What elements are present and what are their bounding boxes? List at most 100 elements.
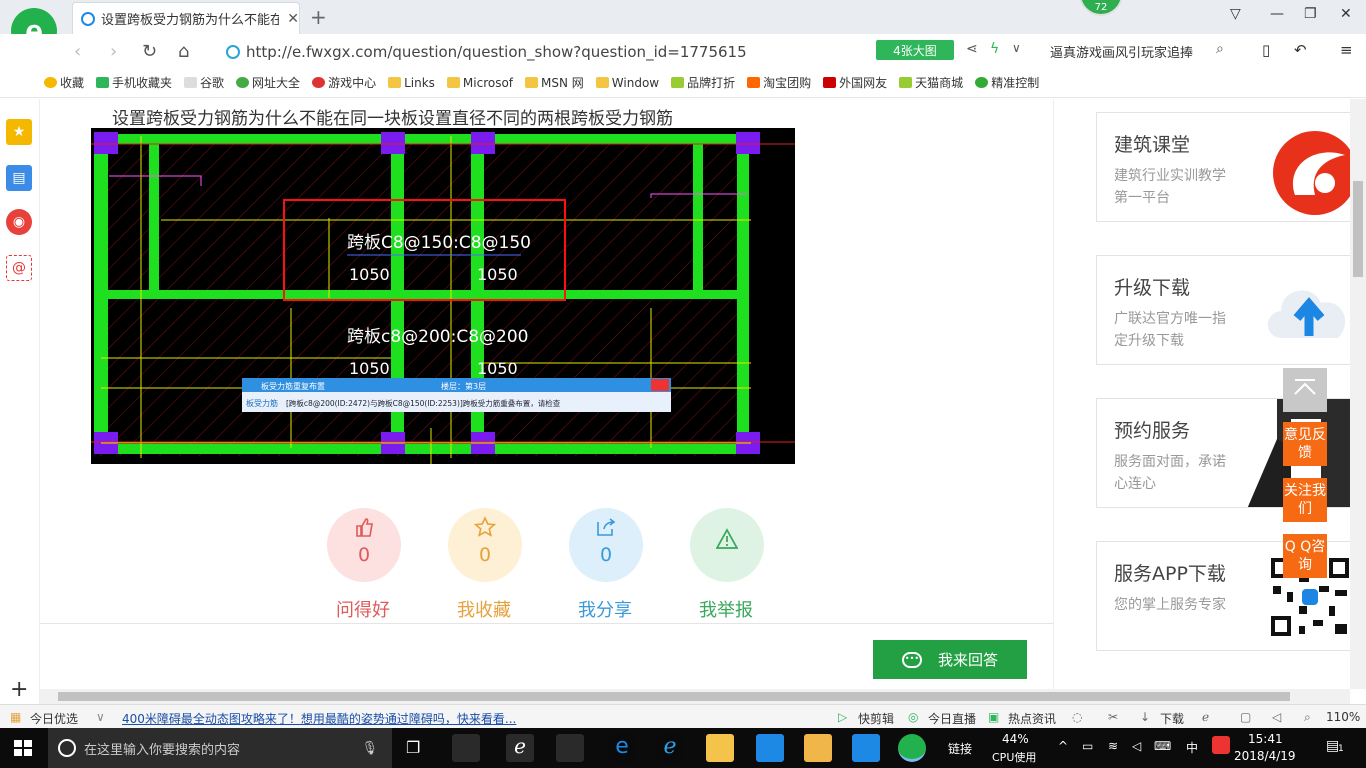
download-link[interactable]: 下载 — [1160, 710, 1184, 727]
weibo-icon[interactable]: ◉ — [6, 209, 32, 235]
speed-icon[interactable]: ◌ — [1072, 710, 1082, 724]
speaker-icon[interactable]: ◁ — [1132, 739, 1141, 753]
scroll-thumb[interactable] — [58, 692, 1290, 701]
list-icon[interactable]: ▤ — [6, 165, 32, 191]
minimize-icon[interactable]: — — [1270, 6, 1284, 22]
follow-us-button[interactable]: 关注我们 — [1283, 478, 1327, 522]
report-label[interactable]: 我举报 — [676, 596, 776, 622]
bookmark-collect[interactable]: 收藏 — [44, 74, 84, 91]
refresh-icon[interactable]: ↻ — [142, 41, 157, 62]
app-g-icon[interactable] — [852, 734, 880, 762]
new-tab-icon[interactable]: + — [310, 5, 327, 29]
bookmark-links[interactable]: Links — [388, 76, 435, 90]
url-field[interactable]: http://e.fwxgx.com/question/question_sho… — [226, 41, 866, 63]
scroll-thumb[interactable] — [1353, 181, 1363, 277]
app-ie-icon[interactable]: ℯ — [656, 734, 684, 762]
tab-active[interactable]: 设置跨板受力钢筋为什么不能在同一块板设置直径不同的两根跨板受力钢筋 ✕ — [72, 2, 300, 34]
live-link[interactable]: 今日直播 — [928, 710, 976, 727]
zoom-level[interactable]: 110% — [1326, 710, 1360, 724]
answer-button[interactable]: ••• 我来回答 — [873, 640, 1027, 679]
clip-link[interactable]: 快剪辑 — [858, 710, 894, 727]
card-building-class[interactable]: 建筑课堂 建筑行业实训教学第一平台 — [1096, 112, 1352, 222]
home-icon[interactable]: ⌂ — [178, 41, 189, 62]
play-icon: ▷ — [838, 710, 848, 724]
wifi-icon[interactable]: ≋ — [1108, 739, 1118, 753]
tray-up-icon[interactable]: ^ — [1058, 739, 1068, 753]
sogou-icon[interactable] — [1212, 736, 1230, 754]
back-to-top-button[interactable] — [1283, 368, 1327, 412]
bookmark-taobao[interactable]: 淘宝团购 — [747, 74, 811, 91]
share-button[interactable]: 0 — [569, 508, 643, 582]
live-icon: ◎ — [908, 710, 919, 724]
taskbar-link[interactable]: 链接 — [948, 740, 972, 757]
app-fan-icon[interactable] — [452, 734, 480, 762]
clock-time[interactable]: 15:41 — [1248, 732, 1283, 746]
feedback-button[interactable]: 意见反馈 — [1283, 422, 1327, 466]
share-icon[interactable]: ⋖ — [966, 41, 978, 57]
add-icon[interactable]: + — [10, 677, 28, 702]
bookmark-windows[interactable]: Window — [595, 76, 659, 90]
undo-icon[interactable]: ↶ — [1294, 41, 1307, 59]
clock-date[interactable]: 2018/4/19 — [1234, 749, 1296, 763]
window-icon[interactable]: ▢ — [1240, 710, 1251, 724]
task-view-icon[interactable]: ❐ — [406, 738, 420, 757]
shirt-icon[interactable]: ▽ — [1230, 6, 1241, 22]
bookmark-brand[interactable]: 品牌打折 — [671, 74, 735, 91]
phone-icon[interactable]: ▯ — [1262, 41, 1270, 59]
vertical-scrollbar[interactable] — [1350, 99, 1366, 689]
share-label[interactable]: 我分享 — [555, 596, 655, 622]
battery-icon[interactable]: ▭ — [1082, 739, 1093, 753]
ime-indicator[interactable]: 中 — [1186, 739, 1198, 756]
microphone-icon[interactable]: 🎙 — [361, 741, 378, 756]
taskbar-search[interactable]: 在这里输入你要搜索的内容 🎙 — [48, 728, 392, 768]
bookmark-mobile[interactable]: 手机收藏夹 — [96, 74, 172, 91]
bookmark-foreign[interactable]: 外国网友 — [823, 74, 887, 91]
big-image-button[interactable]: 4张大图 — [876, 40, 954, 60]
today-picks[interactable]: 今日优选 — [30, 710, 78, 727]
close-icon[interactable]: ✕ — [287, 11, 299, 27]
mail-icon[interactable]: @ — [6, 255, 32, 281]
bookmark-microsoft[interactable]: Microsof — [446, 76, 513, 90]
app-explorer-icon[interactable] — [706, 734, 734, 762]
menu-icon[interactable]: ≡ — [1340, 41, 1353, 59]
news-link[interactable]: 400米障碍最全动态图攻略来了！想用最酷的姿势通过障碍吗，快来看看... — [122, 710, 516, 727]
keyboard-icon[interactable]: ⌨ — [1154, 739, 1171, 753]
app-swirl-icon[interactable] — [556, 734, 584, 762]
bookmark-precise[interactable]: 精准控制 — [975, 74, 1039, 91]
close-window-icon[interactable]: ✕ — [1340, 6, 1352, 22]
lightning-icon[interactable]: ϟ — [990, 41, 999, 57]
bookmark-tmall[interactable]: 天猫商城 — [899, 74, 963, 91]
collect-button[interactable]: 0 — [448, 508, 522, 582]
horizontal-scrollbar[interactable] — [40, 689, 1350, 704]
search-input[interactable]: 逼真游戏画风引玩家追捧 — [1050, 40, 1235, 62]
app-edge-icon[interactable]: e — [608, 734, 636, 762]
card-upgrade-download[interactable]: 升级下载 广联达官方唯一指定升级下载 — [1096, 255, 1352, 365]
bookmark-sites[interactable]: 网址大全 — [236, 74, 300, 91]
good-question-button[interactable]: 0 — [327, 508, 401, 582]
qq-consult-button[interactable]: Q Q咨询 — [1283, 534, 1327, 578]
maximize-icon[interactable]: ❐ — [1304, 6, 1317, 22]
ie-icon[interactable]: ℯ — [1202, 710, 1209, 724]
volume-icon[interactable]: ◁ — [1272, 710, 1281, 724]
chevron-down-icon[interactable]: ∨ — [96, 710, 105, 724]
app-ie-old-icon[interactable]: ℯ — [506, 734, 534, 762]
app-notes-icon[interactable] — [804, 734, 832, 762]
hot-news-link[interactable]: 热点资讯 — [1008, 710, 1056, 727]
bookmark-msn[interactable]: MSN 网 — [525, 74, 584, 91]
back-icon[interactable]: ‹ — [74, 41, 81, 62]
forward-icon[interactable]: › — [110, 41, 117, 62]
bookmark-google[interactable]: 谷歌 — [184, 74, 224, 91]
qq-label: Q Q咨询 — [1284, 539, 1326, 573]
report-button[interactable] — [690, 508, 764, 582]
tools-icon[interactable]: ✂ — [1108, 710, 1118, 724]
collect-label[interactable]: 我收藏 — [434, 596, 534, 622]
search-icon[interactable]: ⌕ — [1216, 41, 1224, 57]
star-icon[interactable]: ★ — [6, 119, 32, 145]
chevron-down-icon[interactable]: ∨ — [1012, 41, 1021, 55]
windows-start-icon[interactable] — [14, 740, 32, 756]
bookmark-games[interactable]: 游戏中心 — [312, 74, 376, 91]
app-plugin-icon[interactable] — [756, 734, 784, 762]
good-question-label[interactable]: 问得好 — [313, 596, 413, 622]
app-browser-icon[interactable] — [898, 734, 926, 762]
thumbs-up-icon — [356, 518, 373, 537]
